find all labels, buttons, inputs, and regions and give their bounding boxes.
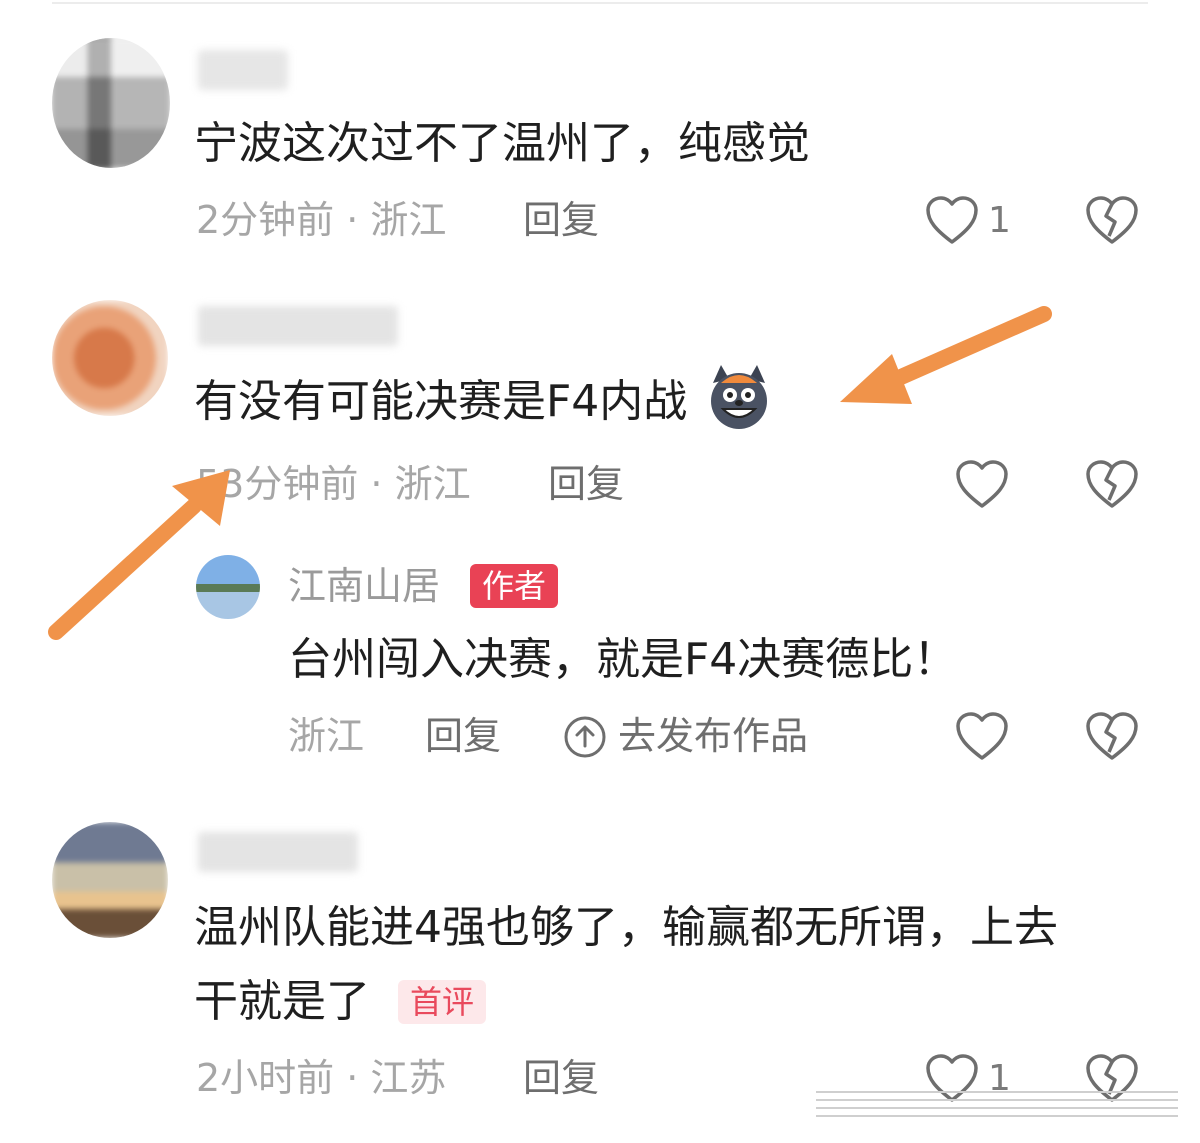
annotation-arrow-pointing-left — [840, 306, 1052, 404]
username-blurred[interactable] — [198, 50, 288, 90]
annotation-arrow-pointing-up-right — [48, 470, 230, 640]
heart-icon[interactable] — [924, 194, 980, 246]
comment-text: 宁波这次过不了温州了，纯感觉 — [194, 118, 810, 169]
broken-heart-icon[interactable] — [1084, 194, 1140, 246]
author-name[interactable]: 江南山居 — [288, 562, 440, 610]
comment-text-line2: 干就是了 — [194, 976, 370, 1027]
divider — [52, 2, 1148, 4]
like-count: 1 — [988, 200, 1011, 241]
first-comment-badge: 首评 — [398, 980, 487, 1024]
comment-text-line1: 温州队能进4强也够了，输赢都无所谓，上去 — [194, 902, 1058, 953]
comment-meta: 2小时前 · 江苏 — [196, 1056, 447, 1100]
broken-heart-icon[interactable] — [1084, 458, 1140, 510]
grinning-wolf-emoji-icon — [711, 365, 768, 429]
reply-text: 台州闯入决赛，就是F4决赛德比！ — [288, 634, 958, 685]
author-badge: 作者 — [470, 564, 559, 608]
reply-button[interactable]: 回复 — [523, 1054, 599, 1102]
username-blurred[interactable] — [198, 306, 398, 346]
heart-icon[interactable] — [954, 710, 1010, 762]
username-blurred[interactable] — [198, 832, 358, 872]
reply-button[interactable]: 回复 — [425, 712, 501, 760]
publish-work-label: 去发布作品 — [618, 714, 809, 758]
reply-button[interactable]: 回复 — [548, 460, 624, 508]
avatar[interactable] — [52, 822, 168, 938]
comment-meta: 2分钟前 · 浙江 — [196, 198, 447, 242]
heart-icon[interactable] — [954, 458, 1010, 510]
avatar[interactable] — [52, 38, 170, 168]
comment-text-content: 有没有可能决赛是F4内战 — [194, 376, 688, 427]
upload-circle-icon — [564, 716, 606, 758]
broken-heart-icon[interactable] — [1084, 710, 1140, 762]
comment-text: 有没有可能决赛是F4内战 — [194, 365, 775, 433]
reply-meta: 浙江 — [288, 714, 365, 758]
watermark-lines — [816, 1091, 1178, 1117]
avatar[interactable] — [52, 300, 168, 416]
comment-section: 宁波这次过不了温州了，纯感觉 2分钟前 · 浙江 回复 1 有没有可能决赛是F4… — [0, 0, 1200, 1143]
reply-button[interactable]: 回复 — [523, 196, 599, 244]
